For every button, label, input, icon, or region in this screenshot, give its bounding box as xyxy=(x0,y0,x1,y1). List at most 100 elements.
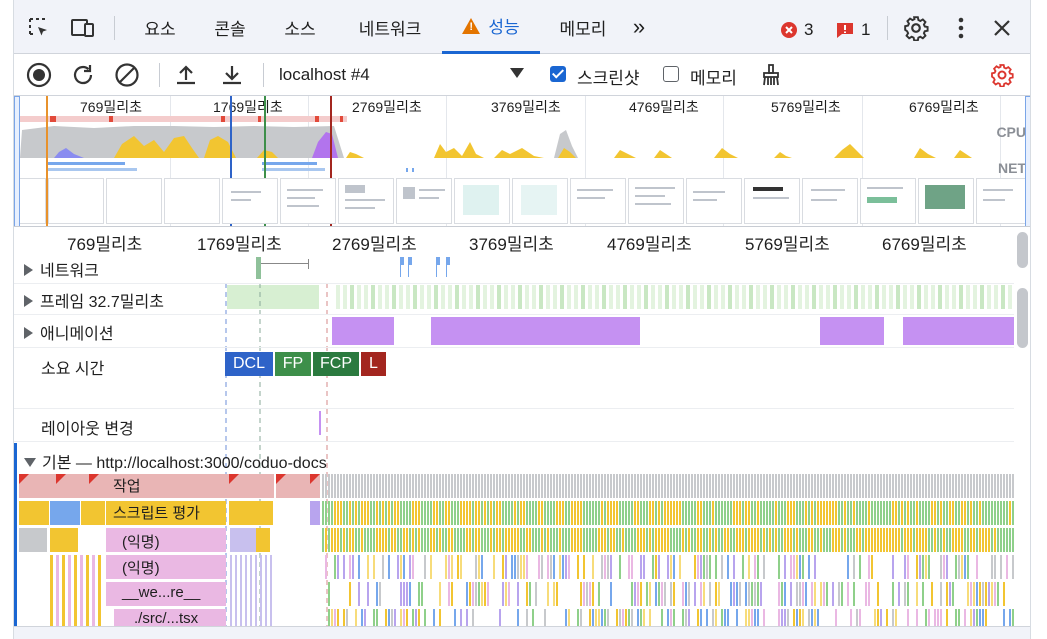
flame-task-bar xyxy=(649,474,651,498)
flame-webpack-label[interactable]: __we...re__ xyxy=(122,584,200,601)
error-icon xyxy=(781,22,797,38)
flame-task-bar xyxy=(511,474,513,498)
tab-console[interactable]: 콘솔 xyxy=(200,0,260,54)
flame-evaluate-script-label[interactable]: 스크립트 평가 xyxy=(113,502,200,523)
more-options-icon[interactable] xyxy=(948,15,974,41)
flame-task-bar xyxy=(610,474,612,498)
flame-call-bar xyxy=(880,528,882,552)
flame-call-bar xyxy=(778,609,780,626)
tab-sources[interactable]: 소스 xyxy=(270,0,330,54)
flame-anonymous-label[interactable]: (익명) xyxy=(122,557,160,578)
reload-icon[interactable] xyxy=(70,62,96,88)
device-toolbar-icon[interactable] xyxy=(70,15,96,41)
memory-checkbox[interactable] xyxy=(663,66,679,82)
screenshot-thumbnail[interactable] xyxy=(454,178,510,224)
flame-task-bar xyxy=(913,474,915,498)
frame-bar xyxy=(756,285,760,309)
screenshot-thumbnail[interactable] xyxy=(106,178,162,224)
inspect-element-icon[interactable] xyxy=(26,15,52,41)
screenshot-thumbnail[interactable] xyxy=(18,178,46,224)
capture-settings-gear-icon[interactable] xyxy=(989,62,1015,88)
screenshot-thumbnail[interactable] xyxy=(512,178,568,224)
screenshot-thumbnail[interactable] xyxy=(976,178,1026,224)
flame-call-bar xyxy=(940,609,942,626)
flame-task-bar xyxy=(574,474,576,498)
screenshot-thumbnail[interactable] xyxy=(918,178,974,224)
flame-call-bar xyxy=(385,528,387,552)
track-animations[interactable]: 애니메이션 xyxy=(24,320,114,344)
flame-task-bar xyxy=(571,474,573,498)
overview-left-handle[interactable] xyxy=(14,96,20,226)
flame-task-label[interactable]: 작업 xyxy=(113,475,141,496)
flame-task-bar xyxy=(337,474,339,498)
issue-badge[interactable]: 1 xyxy=(836,20,870,40)
marker-lcp[interactable]: L xyxy=(361,352,386,376)
flame-task-bar xyxy=(805,474,807,498)
flame-call-bar xyxy=(643,555,645,579)
screenshot-thumbnail[interactable] xyxy=(222,178,278,224)
marker-fp[interactable]: FP xyxy=(275,352,311,376)
flame-call-bar xyxy=(985,582,987,606)
screenshot-thumbnail[interactable] xyxy=(396,178,452,224)
flame-call-bar xyxy=(625,528,627,552)
screenshot-thumbnail[interactable] xyxy=(628,178,684,224)
marker-dcl[interactable]: DCL xyxy=(225,352,273,376)
screenshot-thumbnail[interactable] xyxy=(860,178,916,224)
flame-src-label[interactable]: ./src/...tsx xyxy=(134,610,198,627)
flame-call-bar xyxy=(451,528,453,552)
tab-elements[interactable]: 요소 xyxy=(130,0,190,54)
clear-icon[interactable] xyxy=(114,62,140,88)
screenshot-thumbnail[interactable] xyxy=(164,178,220,224)
frame-bar xyxy=(966,285,970,309)
track-main-thread[interactable]: 기본 — http://localhost:3000/coduo-docs xyxy=(24,449,327,473)
flame-call-bar xyxy=(595,528,597,552)
flame-call-bar xyxy=(847,555,849,579)
tab-network[interactable]: 네트워크 xyxy=(340,0,440,54)
screenshot-thumbnail[interactable] xyxy=(280,178,336,224)
upload-icon[interactable] xyxy=(173,62,199,88)
close-icon[interactable] xyxy=(989,15,1015,41)
flame-task-bar xyxy=(841,474,843,498)
screenshot-thumbnail[interactable] xyxy=(744,178,800,224)
flame-task-bar xyxy=(496,474,498,498)
download-icon[interactable] xyxy=(219,62,245,88)
screenshot-thumbnail[interactable] xyxy=(686,178,742,224)
timeline-scrollbar[interactable] xyxy=(1017,232,1028,268)
flame-script-bar xyxy=(775,501,777,525)
collect-garbage-icon[interactable] xyxy=(758,62,784,88)
frame-bar xyxy=(728,285,732,309)
flame-call-bar xyxy=(937,609,939,626)
flame-call-bar xyxy=(439,528,441,552)
flame-task-bar xyxy=(349,474,351,498)
settings-gear-icon[interactable] xyxy=(903,15,929,41)
flame-anonymous-label[interactable]: (익명) xyxy=(122,531,160,552)
tab-performance[interactable]: 성능 xyxy=(442,0,540,54)
flame-call-bar xyxy=(721,528,723,552)
flame-task-bar xyxy=(658,474,660,498)
track-frames[interactable]: 프레임 32.7밀리초 xyxy=(24,288,164,312)
screenshot-thumbnail[interactable] xyxy=(338,178,394,224)
track-network[interactable]: 네트워크 xyxy=(24,257,99,281)
flame-script-bar xyxy=(715,501,717,525)
tab-memory[interactable]: 메모리 xyxy=(544,0,622,54)
screenshot-thumbnail[interactable] xyxy=(570,178,626,224)
flame-call-bar xyxy=(814,555,816,579)
error-badge[interactable]: 3 xyxy=(780,20,813,40)
flame-call-bar xyxy=(86,555,89,626)
flame-call-bar xyxy=(517,582,519,606)
flame-call-bar xyxy=(964,555,966,579)
overview-right-handle[interactable] xyxy=(1025,96,1030,226)
flame-task-bar xyxy=(688,474,690,498)
screenshots-checkbox[interactable] xyxy=(550,66,566,82)
flame-call-bar xyxy=(598,609,600,626)
flame-call-bar xyxy=(586,582,588,606)
record-icon[interactable] xyxy=(26,62,52,88)
frame-bar xyxy=(763,285,767,309)
timeline-overview[interactable]: 769밀리초 1769밀리초 2769밀리초 3769밀리초 4769밀리초 5… xyxy=(14,96,1030,227)
marker-fcp[interactable]: FCP xyxy=(313,352,359,376)
tracks-scrollbar[interactable] xyxy=(1017,288,1028,348)
flame-call-bar xyxy=(757,555,759,579)
screenshot-thumbnail[interactable] xyxy=(48,178,104,224)
more-tabs-button[interactable]: » xyxy=(624,0,654,54)
screenshot-thumbnail[interactable] xyxy=(802,178,858,224)
